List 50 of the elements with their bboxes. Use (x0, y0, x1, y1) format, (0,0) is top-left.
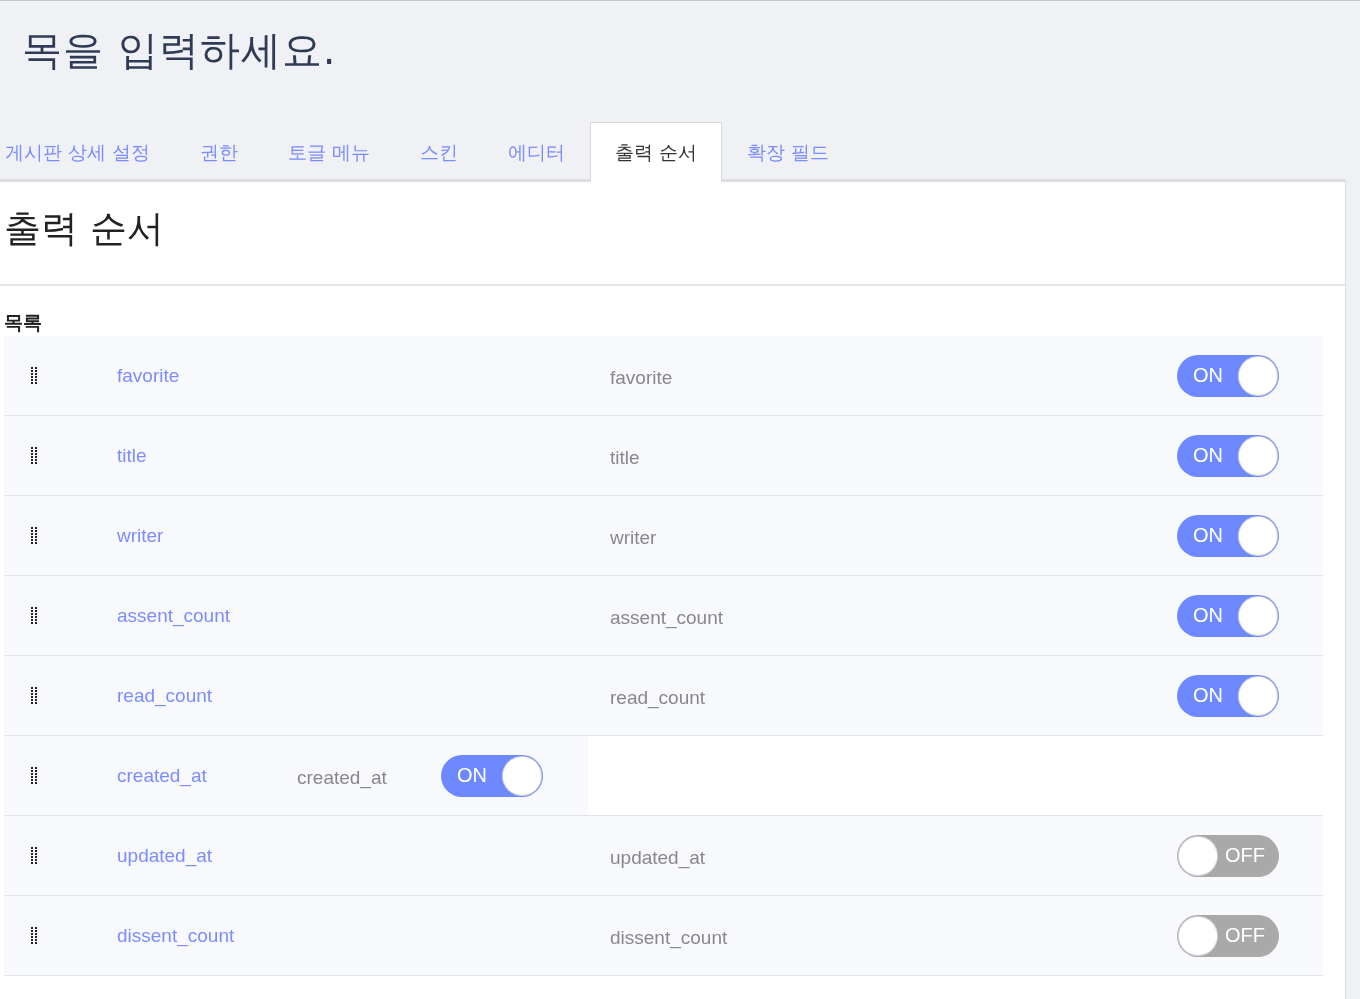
list-row[interactable]: updated_at updated_at OFF (4, 816, 1323, 895)
toggle-switch[interactable]: ON (1177, 514, 1279, 557)
drag-handle-icon[interactable] (31, 606, 37, 625)
field-key: read_count (117, 684, 610, 707)
tab[interactable]: 게시판 상세 설정 (0, 122, 176, 182)
drag-handle-icon[interactable] (31, 446, 37, 465)
field-name: title (610, 446, 641, 469)
tab[interactable]: 토글 메뉴 (263, 122, 396, 182)
field-key: assent_count (117, 604, 610, 627)
field-name: writer (610, 526, 658, 549)
drag-handle-icon[interactable] (31, 846, 37, 865)
field-key: favorite (117, 364, 610, 387)
toggle-switch[interactable]: OFF (1177, 914, 1279, 957)
field-key: dissent_count (117, 924, 610, 947)
field-name: created_at (297, 766, 388, 789)
toggle-switch[interactable]: ON (1177, 434, 1279, 477)
list-row[interactable]: favorite favorite ON (4, 336, 1323, 415)
field-name: favorite (610, 366, 674, 389)
field-key: created_at (117, 764, 297, 787)
list-row[interactable]: read_count read_count ON (4, 656, 1323, 735)
list-row[interactable]: title title ON (4, 416, 1323, 495)
section-label: 목록 (3, 310, 43, 335)
tab[interactable]: 에디터 (483, 122, 591, 182)
tab[interactable]: 확장 필드 (722, 122, 855, 182)
field-key: writer (117, 524, 610, 547)
page-title: 목을 입력하세요. (22, 26, 338, 75)
field-key: updated_at (117, 844, 610, 867)
field-name: assent_count (610, 606, 725, 629)
list-row[interactable]: assent_count assent_count ON (4, 576, 1323, 655)
toggle-switch[interactable]: OFF (1177, 834, 1279, 877)
tab[interactable]: 권한 (175, 122, 264, 182)
drag-handle-icon[interactable] (31, 366, 37, 385)
list-row[interactable]: dissent_count dissent_count OFF (4, 896, 1323, 975)
toggle-switch[interactable]: ON (1177, 674, 1279, 717)
drag-handle-icon[interactable] (31, 526, 37, 545)
drag-handle-icon[interactable] (31, 686, 37, 705)
dragged-row[interactable]: created_at created_at ON (4, 736, 588, 815)
tab[interactable]: 스킨 (395, 122, 484, 182)
drag-handle-icon[interactable] (31, 766, 37, 785)
toggle-switch[interactable]: ON (441, 754, 543, 797)
field-name: updated_at (610, 846, 707, 869)
drag-handle-icon[interactable] (31, 926, 37, 945)
toggle-switch[interactable]: ON (1177, 594, 1279, 637)
panel-title: 출력 순서 (0, 182, 1345, 286)
tab[interactable]: 출력 순서 (590, 122, 723, 182)
field-name: dissent_count (610, 926, 729, 949)
field-name: read_count (610, 686, 707, 709)
list-row[interactable]: writer writer ON (4, 496, 1323, 575)
field-key: title (117, 444, 610, 467)
toggle-switch[interactable]: ON (1177, 354, 1279, 397)
